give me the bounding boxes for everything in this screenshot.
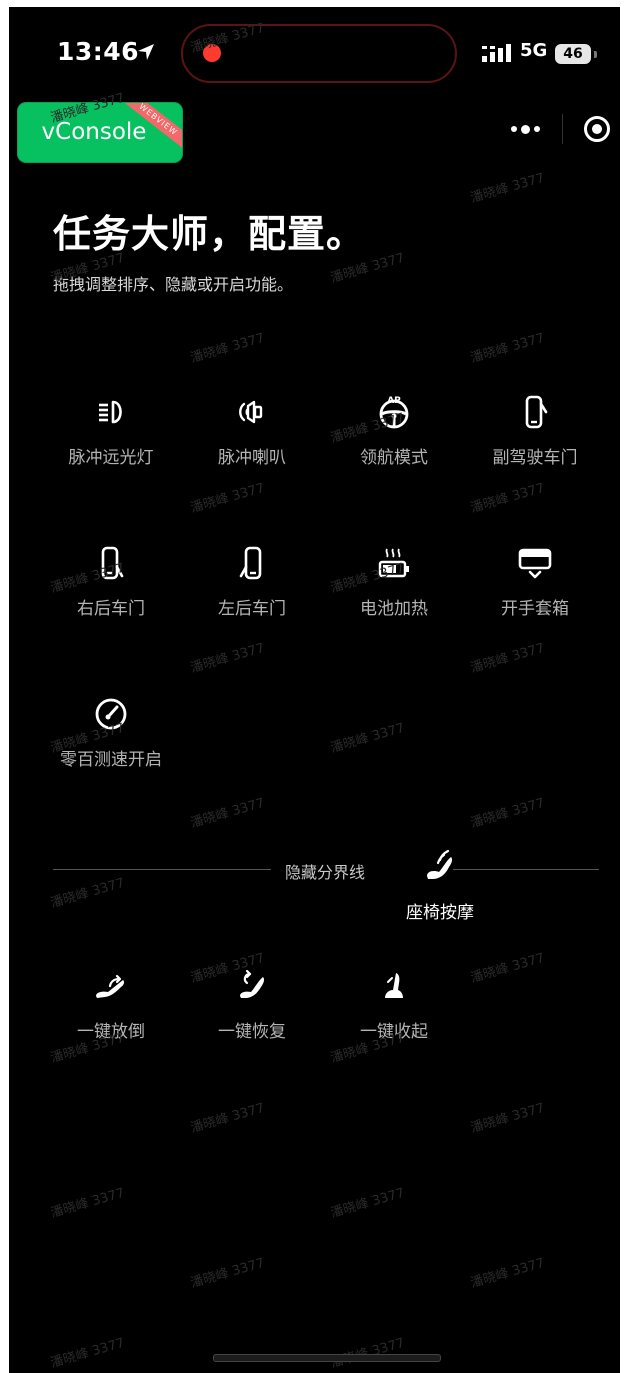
feature-label: 领航模式 bbox=[360, 448, 428, 468]
home-indicator[interactable] bbox=[213, 1354, 441, 1362]
watermark: 潘晓峰 3377 bbox=[188, 1100, 267, 1137]
feature-label: 座椅按摩 bbox=[406, 903, 474, 923]
location-arrow-icon bbox=[138, 44, 154, 60]
target-close-icon[interactable] bbox=[583, 115, 611, 143]
feature-label: 电池加热 bbox=[360, 599, 428, 619]
feature-label: 副驾驶车门 bbox=[492, 448, 578, 468]
watermark: 潘晓峰 3377 bbox=[328, 720, 407, 757]
seat-massage-icon bbox=[427, 849, 453, 879]
capsule-divider bbox=[562, 114, 563, 144]
watermark: 潘晓峰 3377 bbox=[188, 795, 267, 832]
passenger-door-icon bbox=[525, 395, 548, 429]
feature-item-glovebox[interactable]: 开手套箱 bbox=[460, 545, 610, 645]
network-type: 5G bbox=[520, 40, 548, 61]
watermark: 潘晓峰 3377 bbox=[48, 1185, 127, 1222]
rear-left-door-icon bbox=[239, 546, 262, 580]
more-dots-icon[interactable] bbox=[495, 106, 555, 152]
watermark: 潘晓峰 3377 bbox=[468, 1100, 547, 1137]
cell-signal-icon bbox=[482, 44, 511, 62]
watermark: 潘晓峰 3377 bbox=[328, 1332, 406, 1371]
feature-label: 一键恢复 bbox=[218, 1022, 286, 1042]
watermark: 潘晓峰 3377 bbox=[468, 330, 547, 367]
feature-label: 左后车门 bbox=[218, 599, 286, 619]
horn-icon bbox=[239, 400, 263, 424]
page-title: 任务大师，配置。 bbox=[53, 212, 366, 256]
watermark: 潘晓峰 3377 bbox=[188, 330, 267, 367]
watermark: 潘晓峰 3377 bbox=[48, 1335, 127, 1372]
feature-item-seat-massage-dragging[interactable]: 座椅按摩 bbox=[365, 849, 515, 949]
feature-label: 脉冲远光灯 bbox=[68, 448, 154, 468]
watermark: 潘晓峰 3377 bbox=[468, 795, 547, 832]
watermark: 潘晓峰 3377 bbox=[468, 1255, 547, 1292]
seat-restore-icon bbox=[240, 969, 265, 998]
svg-text:AP: AP bbox=[387, 396, 401, 406]
high-beam-icon bbox=[99, 400, 122, 424]
watermark: 潘晓峰 3377 bbox=[468, 170, 547, 207]
status-bar: 13:46 5G 46 bbox=[9, 7, 620, 97]
miniprogram-capsule bbox=[495, 106, 611, 152]
battery-indicator: 46 bbox=[555, 44, 591, 64]
feature-label: 右后车门 bbox=[77, 599, 145, 619]
seat-recline-icon bbox=[96, 974, 125, 998]
phone-screen: 13:46 5G 46 vConsole WEBVIEW 任务大师，配置。 拖拽… bbox=[9, 7, 620, 1373]
feature-item-high-beam[interactable]: 脉冲远光灯 bbox=[36, 394, 186, 494]
watermark: 潘晓峰 3377 bbox=[468, 950, 547, 987]
watermark: 潘晓峰 3377 bbox=[328, 1185, 407, 1222]
feature-label: 开手套箱 bbox=[501, 599, 569, 619]
divider-line-left bbox=[53, 869, 271, 870]
battery-tip bbox=[594, 51, 597, 58]
status-time: 13:46 bbox=[57, 37, 140, 66]
hidden-divider-label: 隐藏分界线 bbox=[285, 863, 366, 882]
watermark: 潘晓峰 3377 bbox=[48, 875, 127, 912]
glovebox-icon bbox=[518, 548, 552, 579]
seat-fold-icon bbox=[385, 973, 403, 998]
watermark: 潘晓峰 3377 bbox=[188, 1255, 267, 1292]
feature-label: 脉冲喇叭 bbox=[218, 448, 286, 468]
feature-item-rear-left-door[interactable]: 左后车门 bbox=[177, 545, 327, 645]
